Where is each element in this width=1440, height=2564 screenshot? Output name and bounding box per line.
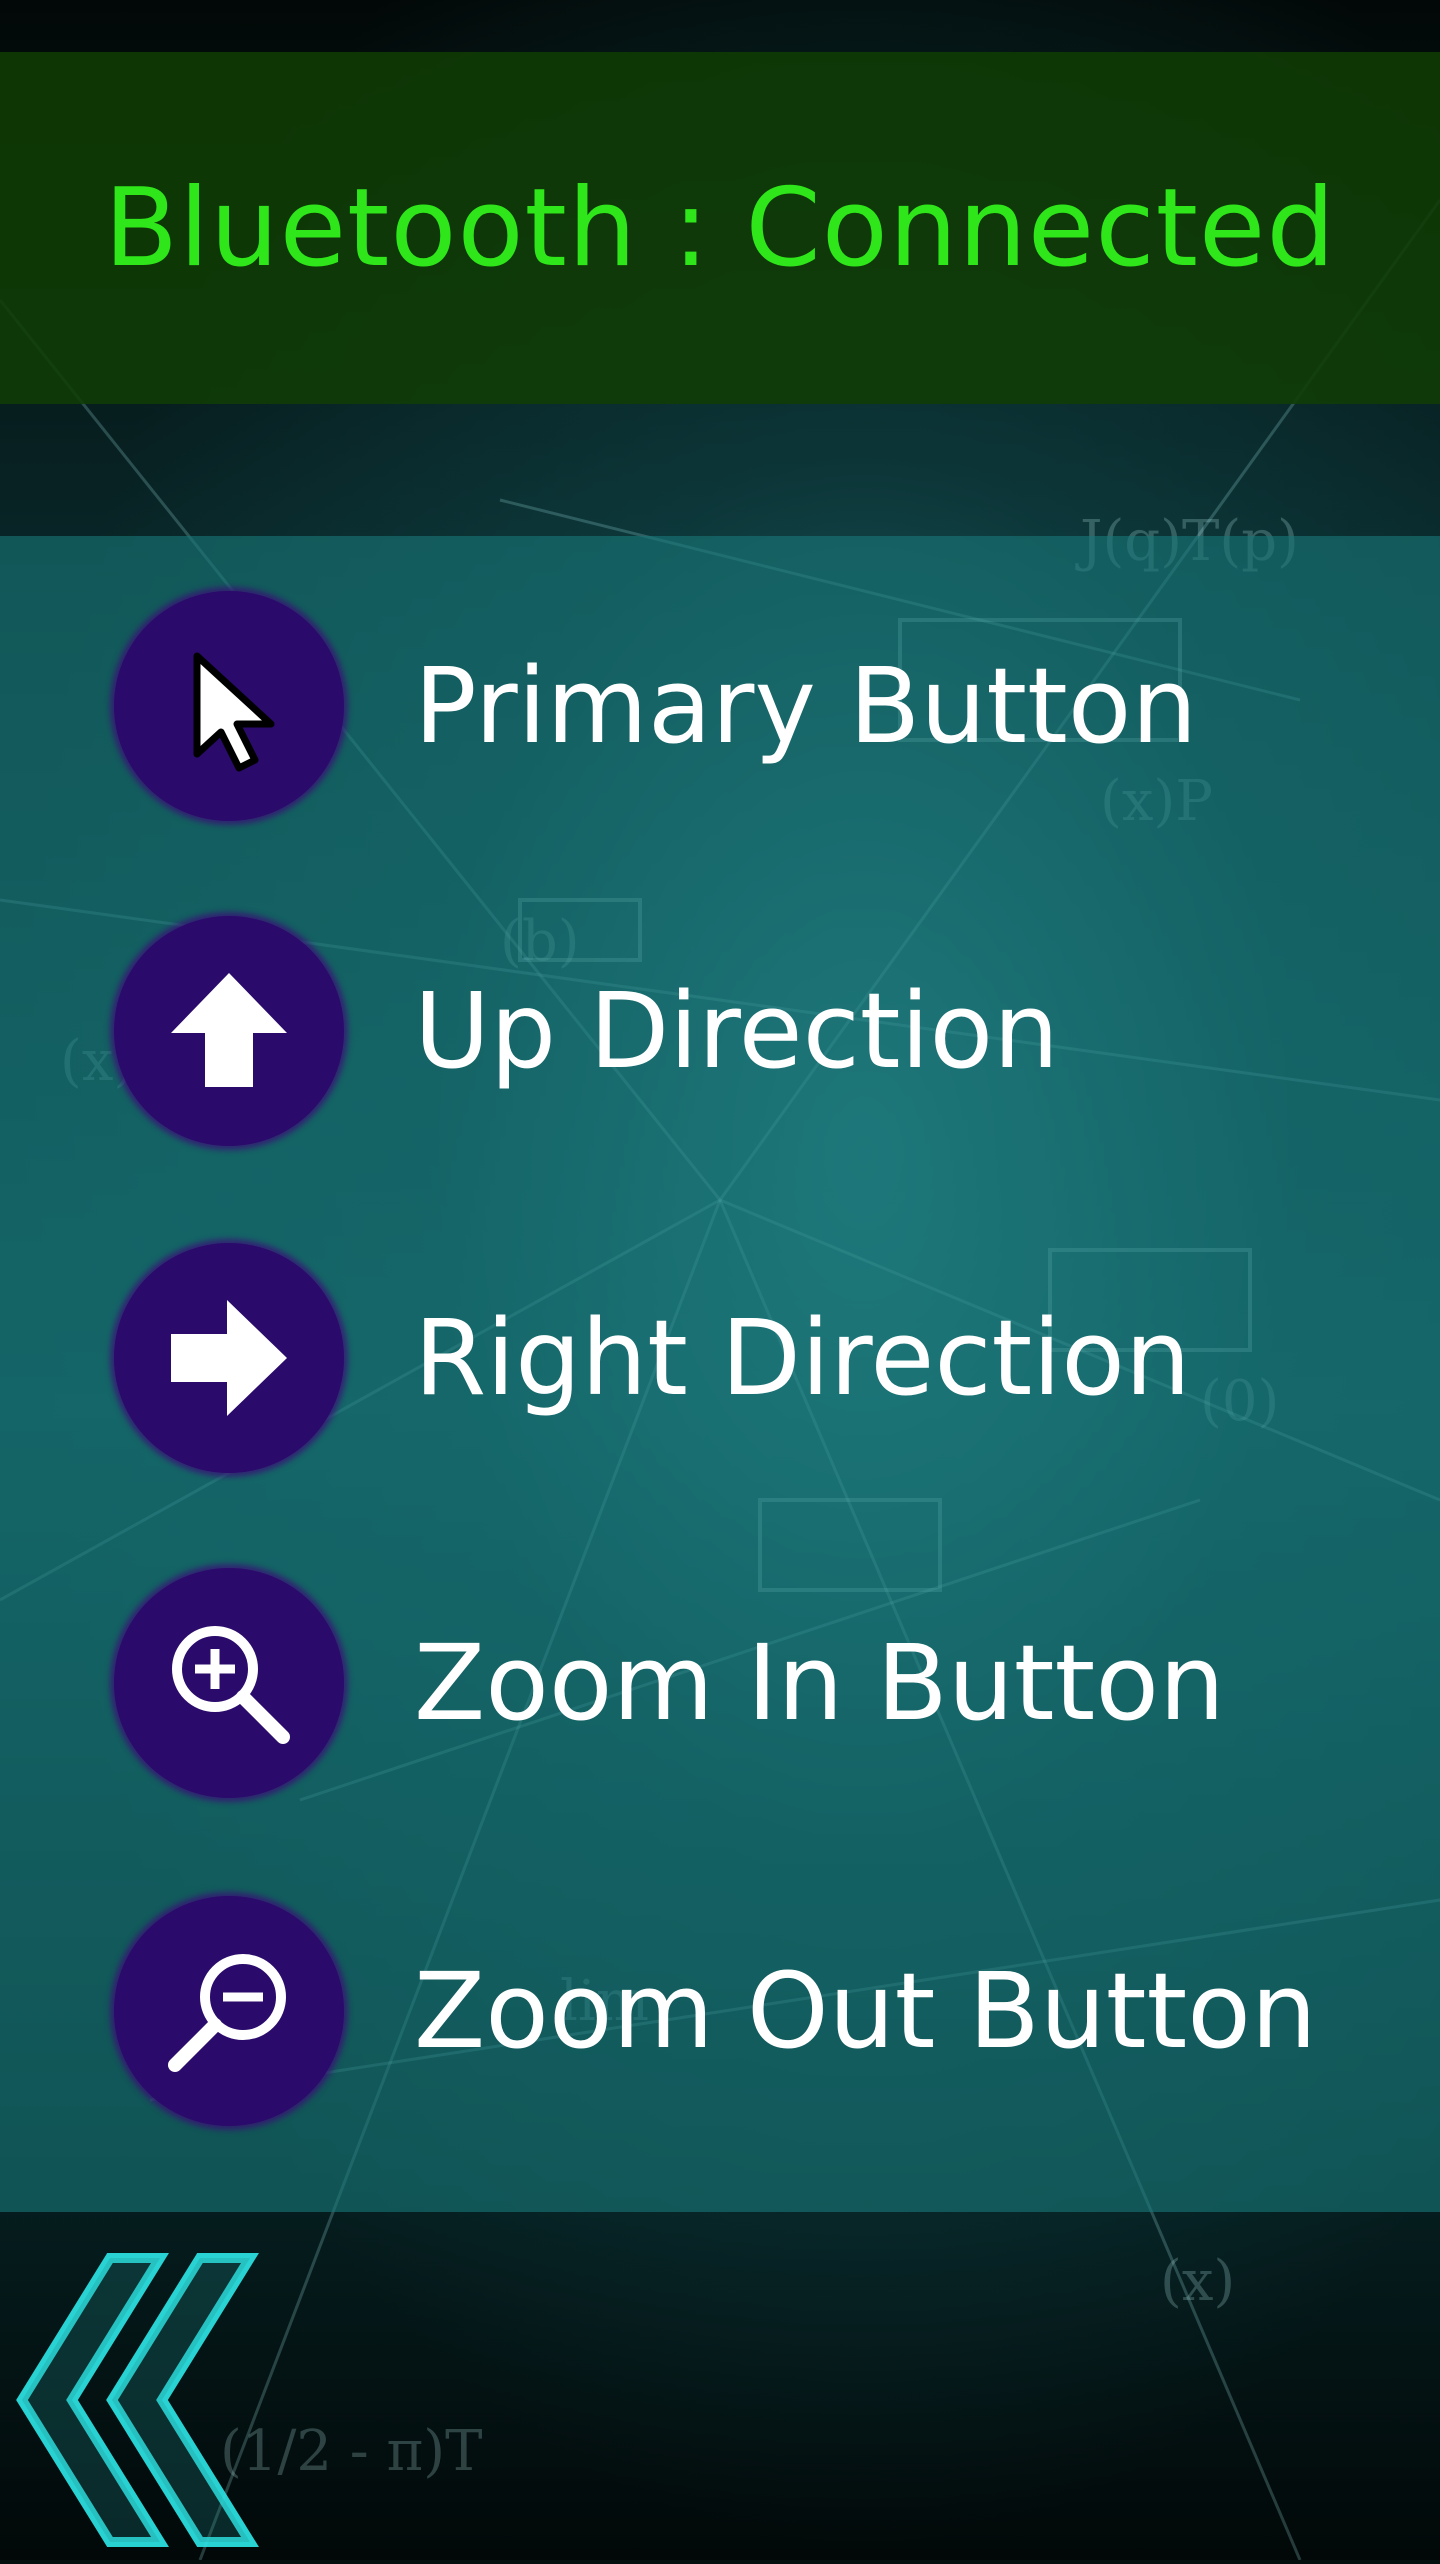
zoom-in-icon bbox=[114, 1568, 344, 1798]
zoom-in-label: Zoom In Button bbox=[414, 1622, 1225, 1744]
arrow-up-icon bbox=[114, 916, 344, 1146]
zoom-in-item[interactable]: Zoom In Button bbox=[0, 1568, 1440, 1798]
up-direction-label: Up Direction bbox=[414, 970, 1060, 1092]
up-direction-item[interactable]: Up Direction bbox=[0, 916, 1440, 1146]
primary-button-label: Primary Button bbox=[414, 645, 1198, 767]
right-direction-label: Right Direction bbox=[414, 1297, 1191, 1419]
svg-text:(x): (x) bbox=[1160, 2249, 1235, 2314]
zoom-out-icon bbox=[114, 1896, 344, 2126]
control-menu: Primary Button Up Direction Right Direct… bbox=[0, 536, 1440, 2212]
status-header: Bluetooth : Connected bbox=[0, 52, 1440, 404]
connection-status: Bluetooth : Connected bbox=[104, 165, 1336, 291]
zoom-out-label: Zoom Out Button bbox=[414, 1950, 1317, 2072]
right-direction-item[interactable]: Right Direction bbox=[0, 1243, 1440, 1473]
zoom-out-item[interactable]: Zoom Out Button bbox=[0, 1896, 1440, 2126]
primary-button-item[interactable]: Primary Button bbox=[0, 591, 1440, 821]
cursor-icon bbox=[114, 591, 344, 821]
back-button[interactable] bbox=[0, 2240, 270, 2560]
arrow-right-icon bbox=[114, 1243, 344, 1473]
double-chevron-left-icon bbox=[16, 2253, 259, 2547]
